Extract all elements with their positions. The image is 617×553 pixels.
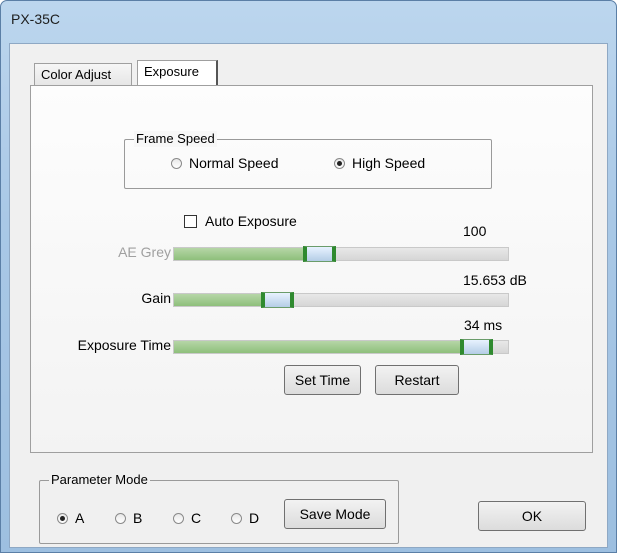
auto-exposure-label: Auto Exposure — [205, 213, 297, 229]
normal-speed-label: Normal Speed — [189, 155, 279, 171]
exposure-time-slider[interactable] — [173, 339, 509, 355]
gain-value: 15.653 dB — [463, 272, 527, 288]
ae-grey-label: AE Grey — [118, 244, 171, 260]
ae-grey-slider-fill — [174, 248, 320, 260]
save-mode-button[interactable]: Save Mode — [284, 499, 386, 529]
frame-speed-legend: Frame Speed — [134, 131, 217, 147]
parameter-mode-legend: Parameter Mode — [49, 472, 150, 488]
mode-a-radio[interactable]: A — [57, 510, 84, 526]
high-speed-label: High Speed — [352, 155, 426, 171]
mode-c-radio-dot[interactable] — [173, 512, 184, 524]
tab-color-adjust[interactable]: Color Adjust — [34, 63, 132, 85]
mode-d-radio-dot[interactable] — [231, 512, 242, 524]
mode-d-radio[interactable]: D — [231, 510, 259, 526]
mode-a-label: A — [75, 510, 85, 526]
mode-d-label: D — [249, 510, 260, 526]
auto-exposure-checkbox[interactable]: Auto Exposure — [184, 213, 297, 229]
ae-grey-slider-thumb[interactable] — [303, 246, 336, 262]
mode-b-label: B — [133, 510, 143, 526]
ok-button[interactable]: OK — [478, 501, 586, 531]
ae-grey-value: 100 — [463, 223, 487, 239]
gain-label: Gain — [141, 290, 171, 306]
exposure-time-label: Exposure Time — [77, 337, 171, 353]
mode-b-radio-dot[interactable] — [115, 512, 126, 524]
exposure-time-slider-fill — [174, 341, 477, 353]
gain-slider-thumb[interactable] — [261, 292, 294, 308]
gain-slider[interactable] — [173, 292, 509, 308]
set-time-button[interactable]: Set Time — [284, 365, 361, 395]
exposure-time-value: 34 ms — [464, 317, 503, 333]
auto-exposure-box[interactable] — [184, 214, 197, 228]
restart-button[interactable]: Restart — [375, 365, 459, 395]
normal-speed-radio-dot[interactable] — [171, 157, 182, 169]
high-speed-radio-dot[interactable] — [334, 157, 345, 169]
dialog-window: PX-35C Color Adjust Exposure Frame Speed… — [0, 0, 617, 553]
mode-c-radio[interactable]: C — [173, 510, 201, 526]
mode-a-radio-dot[interactable] — [57, 512, 68, 524]
exposure-time-slider-thumb[interactable] — [460, 339, 493, 355]
high-speed-radio[interactable]: High Speed — [334, 155, 425, 171]
mode-b-radio[interactable]: B — [115, 510, 142, 526]
tab-exposure[interactable]: Exposure — [137, 60, 218, 85]
mode-c-label: C — [191, 510, 202, 526]
ae-grey-slider[interactable] — [173, 246, 509, 262]
window-title: PX-35C — [11, 11, 61, 27]
normal-speed-radio[interactable]: Normal Speed — [171, 155, 279, 171]
